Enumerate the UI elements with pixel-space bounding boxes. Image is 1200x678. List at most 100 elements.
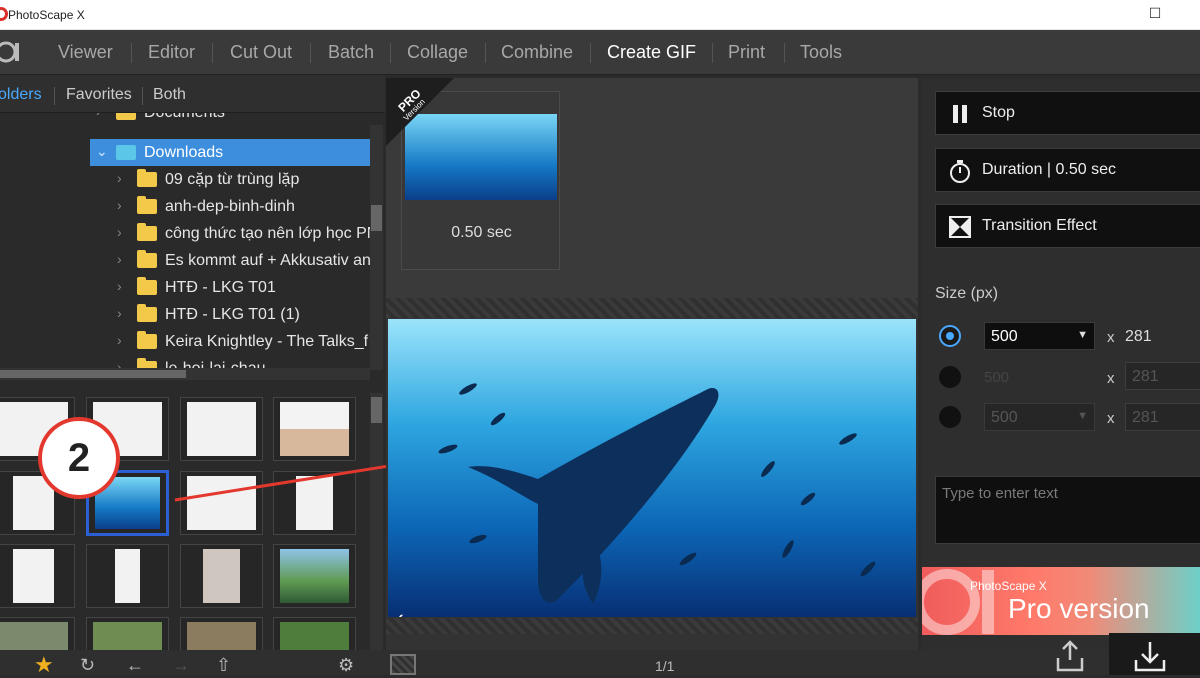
tree-item[interactable]: › anh-dep-binh-dinh	[0, 193, 370, 220]
tree-item[interactable]: › Keira Knightley - The Talks_f	[0, 328, 370, 355]
save-button[interactable]	[1109, 633, 1200, 675]
title-bar: PhotoScape X ☐	[0, 0, 1200, 30]
download-folder-icon	[116, 145, 136, 160]
tab-folders[interactable]: olders	[0, 86, 42, 104]
thumbnail[interactable]	[273, 617, 356, 652]
tree-item-downloads[interactable]: ⌄ Downloads	[90, 139, 370, 166]
chevron-right-icon[interactable]: ›	[117, 332, 122, 348]
tree-scrollbar[interactable]	[370, 125, 383, 370]
chevron-right-icon[interactable]: ›	[117, 278, 122, 294]
menu-print[interactable]: Print	[728, 42, 765, 63]
chevron-right-icon[interactable]: ›	[117, 224, 122, 240]
height-input[interactable]: 281	[1125, 362, 1200, 390]
chevron-right-icon[interactable]: ›	[117, 197, 122, 213]
height-input[interactable]: 281	[1125, 403, 1200, 431]
frame-strip: 0.50 sec PRO Version	[386, 78, 918, 298]
checker-icon[interactable]	[390, 654, 416, 675]
previous-frame-icon[interactable]: ‹	[390, 605, 410, 617]
window-title: PhotoScape X	[8, 8, 85, 22]
thumbnail[interactable]	[0, 544, 75, 608]
thumbnail[interactable]	[273, 471, 356, 535]
folder-icon	[137, 331, 157, 349]
chevron-right-icon[interactable]: ›	[117, 305, 122, 321]
size-radio-option-2[interactable]	[939, 366, 961, 388]
folder-tree: › Documents ⌄ Downloads › 09 cặp từ trùn…	[0, 113, 370, 381]
size-label: Size (px)	[935, 285, 999, 302]
menu-combine[interactable]: Combine	[501, 42, 573, 63]
preview-image	[438, 383, 876, 604]
upload-icon[interactable]: ⇧	[216, 655, 231, 676]
menu-batch[interactable]: Batch	[328, 42, 374, 63]
browser-pane: olders Favorites Both › Documents ⌄ Down…	[0, 75, 385, 675]
gif-editor: 0.50 sec PRO Version	[386, 78, 918, 650]
tree-item[interactable]: › Es kommt auf + Akkusativ an	[0, 247, 370, 274]
chevron-right-icon[interactable]: ›	[96, 113, 101, 119]
forward-arrow-icon[interactable]: →	[172, 655, 190, 676]
step-number-badge: 2	[38, 417, 120, 499]
menu-cut-out[interactable]: Cut Out	[230, 42, 292, 63]
tree-item[interactable]: › HTĐ - LKG T01 (1)	[0, 301, 370, 328]
menu-create-gif[interactable]: Create GIF	[607, 42, 696, 63]
tree-item[interactable]: › công thức tạo nên lớp học PN	[0, 220, 370, 247]
tree-item[interactable]: › 09 cặp từ trùng lặp	[0, 166, 370, 193]
thumbnail[interactable]	[273, 544, 356, 608]
thumbnail[interactable]	[273, 397, 356, 461]
star-icon[interactable]: ★	[34, 652, 54, 678]
pro-version-ribbon: PRO Version	[386, 78, 454, 146]
chevron-right-icon[interactable]: ›	[117, 251, 122, 267]
thumbnail[interactable]	[0, 617, 75, 652]
thumbnail-scrollbar[interactable]	[370, 393, 383, 651]
back-arrow-icon[interactable]: ←	[126, 655, 144, 676]
menu-tools[interactable]: Tools	[800, 42, 842, 63]
app-logo-icon	[0, 7, 8, 21]
rotate-icon[interactable]: ↻	[80, 655, 95, 676]
photoscape-pro-logo-icon	[922, 569, 994, 635]
folder-icon	[116, 113, 136, 120]
share-icon[interactable]	[1055, 640, 1085, 672]
tree-hscrollbar[interactable]	[0, 368, 370, 380]
stop-button[interactable]: Stop	[935, 91, 1200, 135]
chevron-right-icon[interactable]: ›	[117, 170, 122, 186]
tab-favorites[interactable]: Favorites	[66, 86, 132, 104]
gif-preview: ‹	[388, 319, 916, 617]
folder-icon	[137, 169, 157, 187]
main-menu: Viewer Editor Cut Out Batch Collage Comb…	[0, 30, 1200, 75]
tab-both[interactable]: Both	[153, 86, 186, 104]
thumbnail[interactable]	[180, 397, 263, 461]
size-radio-option-3[interactable]	[939, 406, 961, 428]
page-indicator: 1/1	[655, 658, 675, 674]
thumbnail[interactable]	[180, 544, 263, 608]
menu-collage[interactable]: Collage	[407, 42, 468, 63]
thumbnail[interactable]	[180, 471, 263, 535]
transition-effect-button[interactable]: Transition Effect	[935, 204, 1200, 248]
duration-button[interactable]: Duration | 0.50 sec	[935, 148, 1200, 192]
width-select-disabled[interactable]: 500 ▼	[984, 403, 1095, 431]
stopwatch-icon	[950, 160, 970, 183]
maximize-button[interactable]: ☐	[1145, 5, 1165, 22]
download-icon	[1134, 642, 1166, 672]
tree-item-documents[interactable]: › Documents	[0, 113, 370, 126]
width-select[interactable]: 500 ▼	[984, 322, 1095, 350]
gear-icon[interactable]: ⚙	[338, 655, 354, 676]
height-value: 281	[1125, 328, 1152, 345]
folder-icon	[137, 223, 157, 241]
folder-icon	[137, 250, 157, 268]
gif-settings-panel: Stop Duration | 0.50 sec Transition Effe…	[922, 78, 1200, 650]
chevron-down-icon[interactable]: ⌄	[96, 143, 108, 160]
photoscape-logo-icon[interactable]	[0, 40, 24, 64]
transition-icon	[949, 216, 971, 238]
tree-item[interactable]: › HTĐ - LKG T01	[0, 274, 370, 301]
browser-tabs: olders Favorites Both	[0, 75, 385, 113]
dropdown-arrow-icon: ▼	[1077, 329, 1088, 341]
gif-text-input[interactable]: Type to enter text	[935, 476, 1200, 544]
size-radio-custom[interactable]	[939, 325, 961, 347]
menu-editor[interactable]: Editor	[148, 42, 195, 63]
folder-icon	[137, 196, 157, 214]
pro-version-banner[interactable]: PhotoScape X Pro version	[922, 567, 1200, 635]
menu-viewer[interactable]: Viewer	[58, 42, 113, 63]
thumbnail[interactable]	[180, 617, 263, 652]
thumbnail[interactable]	[86, 617, 169, 652]
folder-icon	[137, 277, 157, 295]
pause-icon	[953, 105, 967, 123]
thumbnail[interactable]	[86, 544, 169, 608]
